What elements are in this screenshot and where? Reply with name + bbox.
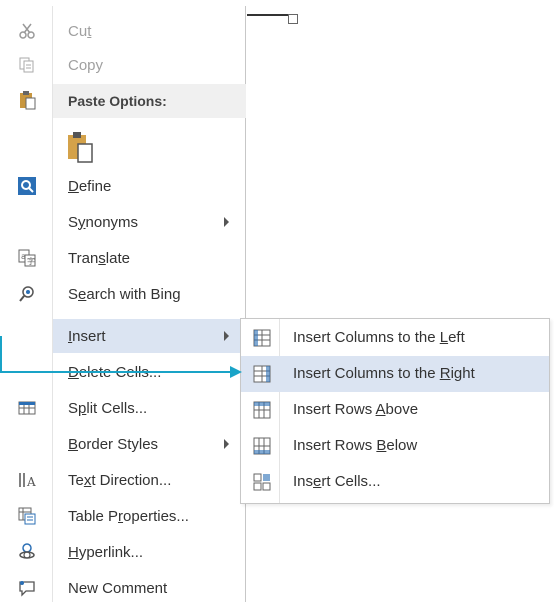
scissors-icon [18, 22, 36, 40]
menu-item-label: Cut [68, 22, 92, 40]
menu-item-hyperlink[interactable]: Hyperlink... [8, 535, 246, 569]
menu-item-label: New Comment [68, 579, 168, 597]
menu-item-label: Search with Bing [68, 285, 181, 303]
submenu-item-insert-rows-above[interactable]: Insert Rows Above [241, 392, 549, 428]
submenu-item-label: Insert Columns to the Left [293, 329, 465, 346]
menu-item-label: Table Properties... [68, 507, 189, 525]
submenu-item-insert-cells[interactable]: Insert Cells... [241, 464, 549, 500]
menu-item-translate[interactable]: a字 Translate [8, 241, 246, 275]
menu-item-label: Paste Options: [68, 93, 167, 109]
document-table-border [247, 14, 289, 16]
menu-item-copy[interactable]: Copy [8, 48, 246, 82]
menu-item-label: Translate [68, 249, 130, 267]
submenu-arrow-icon [224, 217, 229, 227]
text-direction-icon: A [18, 471, 36, 489]
menu-item-text-direction[interactable]: A Text Direction... [8, 463, 246, 497]
submenu-item-label: Insert Columns to the Right [293, 365, 475, 382]
define-icon [18, 177, 36, 195]
menu-item-label: Text Direction... [68, 471, 172, 489]
menu-item-label: Border Styles [68, 435, 159, 453]
insert-column-left-icon [253, 329, 271, 347]
split-cells-icon [18, 399, 36, 417]
clipboard-icon [18, 90, 36, 110]
menu-item-label: Insert [68, 327, 106, 345]
search-icon [18, 285, 36, 303]
menu-item-label: Copy [68, 56, 104, 74]
insert-row-above-icon [253, 401, 271, 419]
menu-item-new-comment[interactable]: New Comment [8, 571, 246, 605]
svg-text:字: 字 [27, 256, 35, 266]
menu-item-label: Split Cells... [68, 399, 148, 417]
submenu-arrow-icon [224, 331, 229, 341]
menu-item-label: Synonyms [68, 213, 139, 231]
menu-item-paste-options: Paste Options: [53, 84, 246, 118]
comment-icon [18, 579, 36, 597]
menu-item-border-styles[interactable]: Border Styles [8, 427, 246, 461]
insert-submenu: Insert Columns to the Left Insert Column… [240, 318, 550, 504]
translate-icon: a字 [18, 249, 36, 267]
menu-item-cut[interactable]: Cut [8, 14, 246, 48]
copy-icon [18, 56, 36, 74]
insert-column-right-icon [253, 365, 271, 383]
pointer-arrow-line [0, 371, 232, 373]
table-properties-icon [18, 507, 36, 525]
submenu-item-label: Insert Rows Below [293, 437, 418, 454]
submenu-item-insert-columns-right[interactable]: Insert Columns to the Right [241, 356, 549, 392]
menu-item-search-with-bing[interactable]: Search with Bing [8, 277, 246, 311]
svg-text:A: A [26, 475, 36, 489]
submenu-arrow-icon [224, 439, 229, 449]
table-resize-handle[interactable] [288, 14, 298, 24]
submenu-item-insert-columns-left[interactable]: Insert Columns to the Left [241, 320, 549, 356]
menu-item-label: Define [68, 177, 112, 195]
submenu-item-label: Insert Cells... [293, 473, 381, 490]
submenu-item-insert-rows-below[interactable]: Insert Rows Below [241, 428, 549, 464]
submenu-item-label: Insert Rows Above [293, 401, 419, 418]
menu-item-define[interactable]: Define [8, 169, 246, 203]
menu-item-label: Hyperlink... [68, 543, 144, 561]
insert-row-below-icon [253, 437, 271, 455]
pointer-arrow-head-icon [230, 366, 242, 378]
hyperlink-icon [18, 543, 36, 561]
menu-item-insert[interactable]: Insert [53, 319, 246, 353]
menu-item-split-cells[interactable]: Split Cells... [8, 391, 246, 425]
paste-keep-formatting-icon[interactable] [66, 130, 100, 170]
menu-item-table-properties[interactable]: Table Properties... [8, 499, 246, 533]
menu-item-synonyms[interactable]: Synonyms [8, 205, 246, 239]
insert-cells-icon [253, 473, 271, 491]
context-menu: Cut Copy Paste Options: Define Synonyms … [8, 6, 246, 602]
pointer-arrow-vertical [0, 336, 2, 372]
